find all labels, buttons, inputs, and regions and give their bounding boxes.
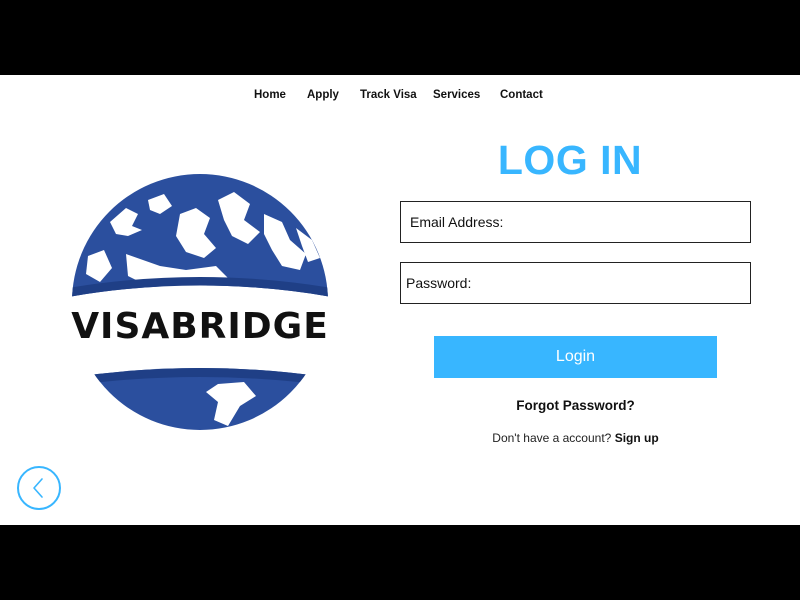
signup-prompt: Don't have a account? [492,431,612,445]
nav-contact[interactable]: Contact [500,89,543,101]
nav-home[interactable]: Home [254,89,286,101]
password-field[interactable]: Password: [400,262,751,304]
password-input[interactable] [475,263,746,303]
back-button[interactable] [17,466,61,510]
login-page: Home Apply Track Visa Services Contact V… [0,75,800,525]
logo-wordmark: VISABRIDGE [71,306,329,347]
nav-track-visa[interactable]: Track Visa [360,89,417,101]
email-label: Email Address: [410,214,504,230]
visabridge-logo: VISABRIDGE [68,170,332,432]
forgot-password-link[interactable]: Forgot Password? [400,398,751,413]
globe-icon: VISABRIDGE [71,174,329,430]
nav-apply[interactable]: Apply [307,89,339,101]
page-title: LOG IN [497,137,643,183]
top-nav: Home Apply Track Visa Services Contact [0,89,800,105]
letterbox-bottom [0,525,800,600]
login-button[interactable]: Login [434,336,717,378]
email-input[interactable] [511,202,746,242]
email-field[interactable]: Email Address: [400,201,751,243]
signup-row: Don't have a account? Sign up [400,431,751,445]
password-label: Password: [406,275,472,291]
letterbox-top [0,0,800,75]
signup-link[interactable]: Sign up [615,431,659,445]
nav-services[interactable]: Services [433,89,480,101]
chevron-left-icon [33,478,43,498]
